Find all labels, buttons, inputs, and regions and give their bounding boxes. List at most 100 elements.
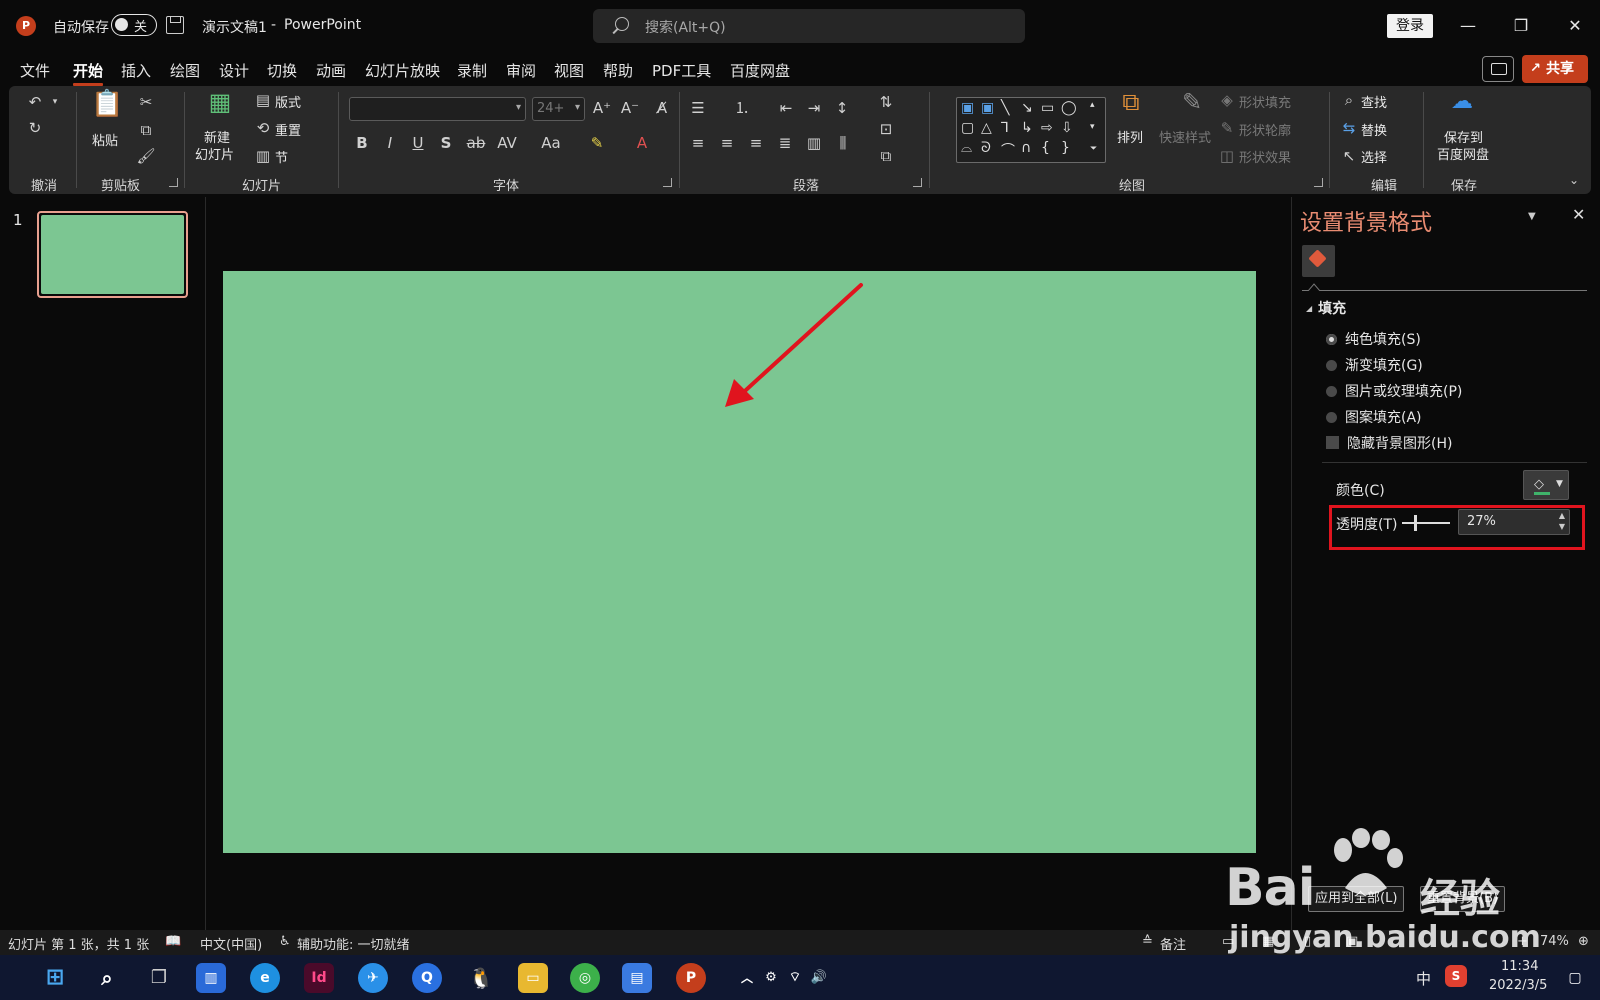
- bullets-icon[interactable]: ☰: [688, 98, 708, 118]
- sogou-ime-icon[interactable]: S: [1445, 965, 1467, 987]
- color-picker-button[interactable]: ◇ ▼: [1523, 470, 1569, 500]
- pattern-fill-option[interactable]: 图案填充(A): [1326, 407, 1422, 427]
- section-icon[interactable]: ▥: [253, 146, 273, 166]
- widgets-icon[interactable]: ▥: [196, 963, 226, 993]
- cut-icon[interactable]: ✂: [136, 92, 156, 112]
- vertical-textbox-shape-icon[interactable]: ▣: [981, 100, 994, 116]
- picture-fill-option[interactable]: 图片或纹理填充(P): [1326, 381, 1462, 401]
- normal-view-icon[interactable]: ▭: [1222, 934, 1234, 949]
- checkbox[interactable]: [1326, 436, 1339, 449]
- select-label[interactable]: 选择: [1361, 147, 1387, 166]
- arc-shape-icon[interactable]: ⌒: [1001, 140, 1015, 160]
- line-shape-icon[interactable]: ╲: [1001, 100, 1009, 116]
- tab-record[interactable]: 录制: [457, 60, 487, 81]
- format-painter-icon[interactable]: 🖌: [136, 146, 156, 166]
- elbow-arrow-shape-icon[interactable]: ↳: [1021, 120, 1033, 136]
- chrome-icon[interactable]: ◎: [570, 963, 600, 993]
- baidu-netdisk-icon[interactable]: ☁: [1447, 91, 1477, 113]
- windows-start-icon[interactable]: ⊞: [40, 963, 70, 993]
- solid-fill-option[interactable]: 纯色填充(S): [1326, 329, 1421, 349]
- notes-icon[interactable]: ≙: [1142, 934, 1153, 949]
- italic-icon[interactable]: I: [380, 133, 400, 153]
- curve-shape-icon[interactable]: ∩: [1021, 140, 1031, 156]
- underline-icon[interactable]: U: [408, 133, 428, 153]
- edge-browser-icon[interactable]: e: [250, 963, 280, 993]
- tab-view[interactable]: 视图: [554, 60, 584, 81]
- restore-icon[interactable]: ❐: [1509, 14, 1533, 38]
- feishu-icon[interactable]: ✈: [358, 963, 388, 993]
- change-case-icon[interactable]: Aa: [541, 133, 561, 153]
- notes-button[interactable]: 备注: [1160, 934, 1186, 953]
- comments-button[interactable]: [1482, 56, 1514, 82]
- qq-browser-icon[interactable]: Q: [412, 963, 442, 993]
- save-icon[interactable]: [166, 16, 184, 34]
- font-color-icon[interactable]: A: [632, 133, 652, 153]
- save-baidu-label-2[interactable]: 百度网盘: [1437, 144, 1489, 163]
- text-direction-icon[interactable]: ⇅: [876, 92, 896, 112]
- reset-label[interactable]: 重置: [275, 120, 301, 139]
- reading-view-icon[interactable]: ▯: [1304, 934, 1311, 949]
- fit-slide-icon[interactable]: ⊕: [1578, 934, 1589, 949]
- highlight-icon[interactable]: ✎: [587, 133, 607, 153]
- char-spacing-icon[interactable]: AV: [497, 133, 517, 153]
- tab-animations[interactable]: 动画: [316, 60, 346, 81]
- arrange-label[interactable]: 排列: [1117, 127, 1143, 146]
- login-button[interactable]: 登录: [1387, 14, 1433, 38]
- increase-indent-icon[interactable]: ⇥: [804, 98, 824, 118]
- font-size-combo[interactable]: 24+ ▾: [532, 97, 585, 121]
- search-box[interactable]: 搜索(Alt+Q): [593, 9, 1025, 43]
- replace-icon[interactable]: ⇆: [1339, 118, 1359, 138]
- redo-icon[interactable]: ↻: [25, 118, 45, 138]
- tab-help[interactable]: 帮助: [603, 60, 633, 81]
- powerpoint-taskbar-icon[interactable]: P: [676, 963, 706, 993]
- tab-file[interactable]: 文件: [20, 60, 50, 81]
- tab-transitions[interactable]: 切换: [267, 60, 297, 81]
- numbering-icon[interactable]: ⒈: [732, 98, 752, 118]
- align-left-icon[interactable]: ≡: [688, 133, 708, 153]
- close-icon[interactable]: ✕: [1563, 14, 1587, 38]
- columns-icon[interactable]: ⫼: [833, 133, 853, 153]
- layout-icon[interactable]: ▤: [253, 90, 273, 110]
- tab-draw[interactable]: 绘图: [170, 60, 200, 81]
- clock-date[interactable]: 2022/3/5: [1489, 978, 1547, 993]
- tab-baidu-netdisk[interactable]: 百度网盘: [730, 60, 790, 81]
- radio-unselected[interactable]: [1326, 360, 1337, 371]
- font-dialog-launcher-icon[interactable]: [663, 178, 672, 187]
- right-arrow-shape-icon[interactable]: ⇨: [1041, 120, 1053, 136]
- paste-icon[interactable]: 📋: [91, 91, 123, 117]
- find-label[interactable]: 查找: [1361, 92, 1387, 111]
- strikethrough-icon[interactable]: ab: [466, 133, 486, 153]
- replace-label[interactable]: 替换: [1361, 120, 1387, 139]
- select-icon[interactable]: ↖: [1339, 146, 1359, 166]
- left-brace-shape-icon[interactable]: {: [1041, 140, 1050, 156]
- scroll-up-icon[interactable]: ▴: [1090, 100, 1095, 110]
- elbow-connector-shape-icon[interactable]: ⅂: [1001, 120, 1009, 136]
- reset-icon[interactable]: ⟲: [253, 118, 273, 138]
- task-view-icon[interactable]: ❐: [144, 963, 174, 993]
- radio-selected[interactable]: [1326, 334, 1337, 345]
- reset-background-button[interactable]: 重置背景(B): [1420, 886, 1506, 912]
- smartart-icon[interactable]: ⧉: [876, 146, 896, 166]
- minimize-icon[interactable]: —: [1456, 14, 1480, 38]
- find-icon[interactable]: ⌕: [1339, 90, 1359, 110]
- distribute-icon[interactable]: ▥: [804, 133, 824, 153]
- shapes-gallery[interactable]: ▣ ▣ ╲ ↘ ▭ ◯ ▢ △ ⅂ ↳ ⇨ ⇩ ⌓ ᘐ ⌒ ∩ { } ▴ ▾ …: [956, 97, 1106, 163]
- decrease-indent-icon[interactable]: ⇤: [776, 98, 796, 118]
- textbox-shape-icon[interactable]: ▣: [961, 100, 974, 116]
- freeform-shape-icon[interactable]: ⌓: [961, 140, 972, 156]
- justify-icon[interactable]: ≣: [775, 133, 795, 153]
- clipboard-dialog-launcher-icon[interactable]: [169, 178, 178, 187]
- notification-icon[interactable]: ▢: [1560, 963, 1590, 993]
- shape-fill-label[interactable]: 形状填充: [1239, 92, 1291, 111]
- gallery-more-icon[interactable]: ⏷: [1090, 144, 1097, 154]
- autosave-toggle[interactable]: 关: [111, 14, 157, 36]
- tab-review[interactable]: 审阅: [506, 60, 536, 81]
- arrange-icon[interactable]: ⧉: [1116, 90, 1146, 114]
- down-arrow-shape-icon[interactable]: ⇩: [1061, 120, 1073, 136]
- slide-thumbnail[interactable]: [37, 211, 188, 298]
- align-text-icon[interactable]: ⊡: [876, 119, 896, 139]
- volume-icon[interactable]: 🔊: [804, 963, 834, 993]
- language-status[interactable]: 中文(中国): [200, 934, 262, 953]
- increase-font-icon[interactable]: A⁺: [592, 98, 612, 118]
- slide-sorter-icon[interactable]: ▦: [1262, 934, 1274, 949]
